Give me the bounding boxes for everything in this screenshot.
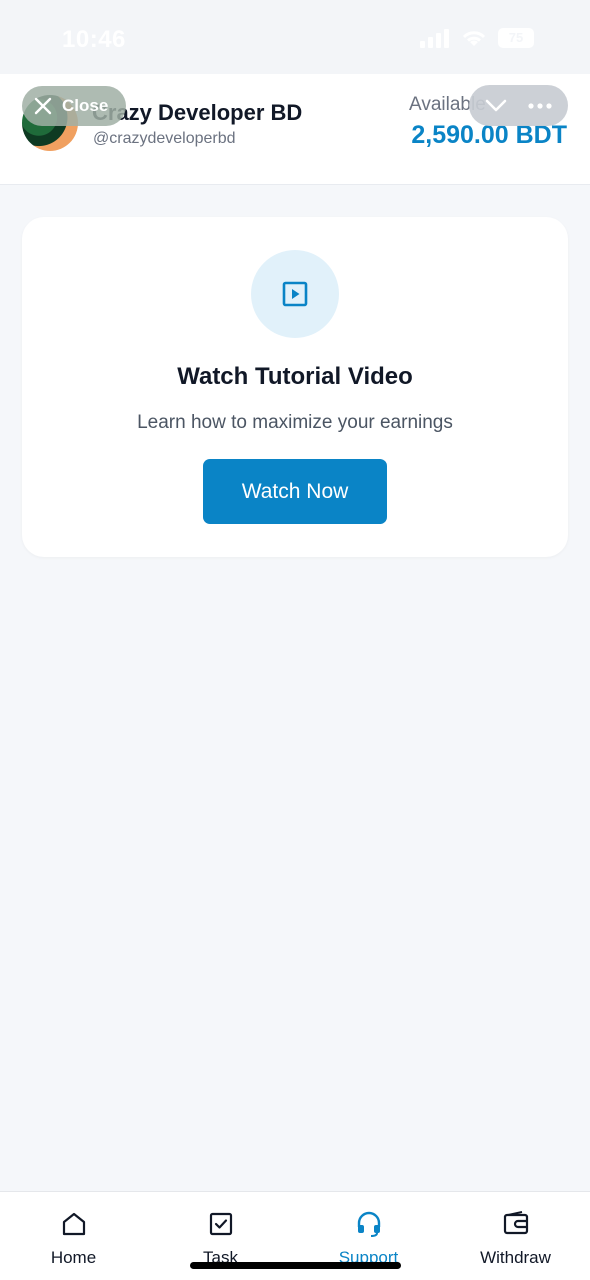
tutorial-card: Watch Tutorial Video Learn how to maximi… bbox=[22, 217, 568, 557]
status-icons: 75 bbox=[420, 28, 534, 48]
task-check-icon bbox=[209, 1212, 232, 1236]
close-label: Close bbox=[62, 96, 109, 115]
close-button[interactable]: Close bbox=[22, 86, 126, 126]
card-subtitle: Learn how to maximize your earnings bbox=[137, 412, 453, 433]
user-handle: @crazydeveloperbd bbox=[93, 130, 236, 147]
mini-app-menu bbox=[469, 85, 568, 126]
nav-item-home[interactable]: Home bbox=[0, 1192, 147, 1280]
chevron-down-icon[interactable] bbox=[485, 99, 507, 113]
battery-icon: 75 bbox=[498, 28, 534, 48]
play-icon bbox=[282, 281, 308, 307]
nav-label-home: Home bbox=[50, 1248, 97, 1267]
status-bar: 10:46 75 bbox=[0, 0, 590, 74]
wifi-icon bbox=[462, 31, 486, 46]
watch-now-button[interactable]: Watch Now bbox=[203, 459, 387, 524]
home-icon bbox=[62, 1212, 85, 1236]
signal-icon bbox=[420, 29, 449, 48]
card-title: Watch Tutorial Video bbox=[177, 363, 413, 390]
close-icon bbox=[34, 97, 52, 115]
more-icon[interactable] bbox=[528, 102, 552, 109]
wallet-icon bbox=[503, 1211, 528, 1235]
home-indicator bbox=[190, 1262, 401, 1269]
status-time: 10:46 bbox=[62, 26, 126, 53]
nav-label-withdraw: Withdraw bbox=[480, 1248, 551, 1267]
nav-item-withdraw[interactable]: Withdraw bbox=[442, 1192, 589, 1280]
play-icon-wrapper bbox=[251, 250, 339, 338]
headset-icon bbox=[357, 1211, 380, 1237]
